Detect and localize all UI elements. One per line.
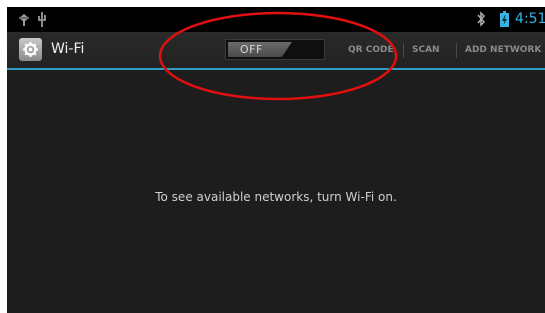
empty-state-message: To see available networks, turn Wi-Fi on… xyxy=(155,190,397,204)
qr-code-button[interactable]: QR CODE xyxy=(348,45,394,56)
action-bar-divider xyxy=(7,68,545,70)
settings-icon[interactable] xyxy=(19,38,42,61)
add-network-button[interactable]: ADD NETWORK xyxy=(465,45,541,56)
wifi-toggle-switch[interactable]: OFF xyxy=(225,39,325,60)
battery-icon xyxy=(500,11,509,27)
action-bar: Wi-Fi OFF QR CODE SCAN ADD NETWORK xyxy=(7,32,545,68)
usb-icon xyxy=(37,12,47,31)
clock-time: 4:51 xyxy=(515,11,545,27)
usb-debug-icon xyxy=(16,12,32,31)
status-bar: 4:51 xyxy=(7,7,545,32)
toggle-state-label: OFF xyxy=(240,43,263,56)
action-divider xyxy=(456,43,457,58)
android-screen: 4:51 Wi-Fi OFF QR CODE SCAN ADD NETWORK … xyxy=(7,7,545,313)
scan-button[interactable]: SCAN xyxy=(412,45,440,56)
page-title: Wi-Fi xyxy=(51,41,85,57)
bluetooth-icon xyxy=(476,11,486,27)
action-divider xyxy=(403,43,404,58)
